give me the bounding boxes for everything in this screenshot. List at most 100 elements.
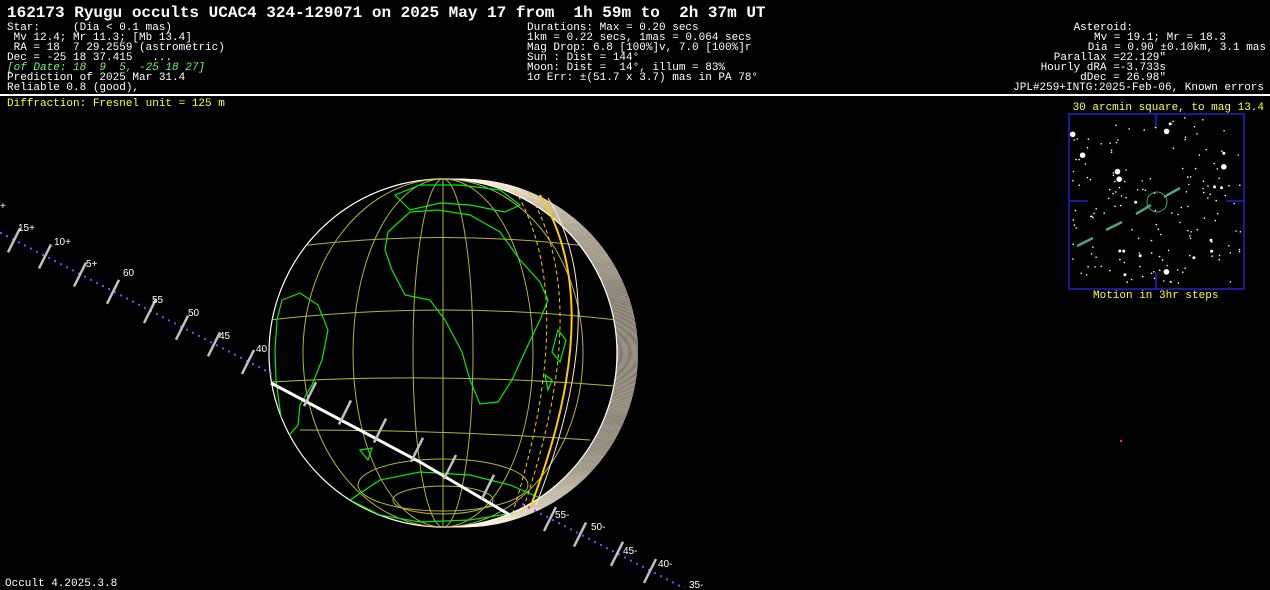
finder-star [1211,255,1213,257]
finder-star [1115,125,1117,127]
finder-star [1199,154,1201,156]
finder-star [1217,168,1219,170]
finder-star [1207,185,1209,187]
track-dot [516,500,518,502]
finder-star [1150,178,1152,180]
finder-star [1177,269,1179,271]
finder-star [1090,179,1092,181]
finder-star [1219,255,1221,257]
finder-star [1239,251,1241,253]
finder-star [1235,230,1237,232]
track-dot [570,528,572,530]
finder-star [1116,176,1122,182]
finder-star [1151,273,1153,275]
finder-star [1094,266,1096,268]
finder-star [1224,195,1226,197]
track-dot [582,535,584,537]
track-label: 40- [658,559,672,570]
finder-star [1142,189,1144,191]
finder-star [1113,175,1115,177]
finder-star [1078,159,1080,161]
track-dot [222,347,224,349]
track-dot [636,563,638,565]
track-dot [234,354,236,356]
finder-star [1122,250,1125,253]
finder-star [1087,266,1089,268]
finder-star [1085,163,1087,165]
track-dot [120,294,122,296]
tick-mark [611,542,623,566]
tick-mark [107,280,119,304]
track-dot [540,513,542,515]
track-dot [660,575,662,577]
finder-star [1119,259,1121,261]
track-label: + [0,201,6,212]
finder-star [1151,240,1153,242]
finder-star [1213,185,1216,188]
finder-star [1185,136,1187,138]
finder-star [1075,210,1077,212]
finder-star [1190,231,1192,233]
finder-star [1220,186,1223,189]
finder-star [1218,177,1220,179]
finder-star [1091,253,1093,255]
finder-star [1080,152,1086,158]
finder-star [1182,271,1184,273]
finder-star [1210,250,1213,253]
finder-star [1164,269,1170,275]
tick-mark [242,350,254,374]
track-dot [156,313,158,315]
finder-star [1192,256,1195,259]
track-dot [102,285,104,287]
finder-star [1230,252,1232,254]
track-dot [168,319,170,321]
track-dot [48,257,50,259]
finder-star [1139,266,1141,268]
track-dot [258,366,260,368]
finder-star [1072,258,1074,260]
finder-star [1109,270,1111,272]
finder-star [1169,122,1172,125]
finder-star [1170,281,1172,283]
track-label: 60 [123,268,135,279]
track-dot [600,544,602,546]
track-label: 50 [188,308,200,319]
track-dot [174,322,176,324]
finder-star [1240,231,1242,233]
track-dot [144,307,146,309]
track-dot [240,357,242,359]
track-dot [654,572,656,574]
track-dot [216,344,218,346]
finder-star [1139,254,1142,257]
track-dot [0,232,2,234]
track-dot [126,298,128,300]
track-dot [108,288,110,290]
finder-star [1190,176,1192,178]
track-dot [552,519,554,521]
finder-star [1120,205,1122,207]
track-dot [96,282,98,284]
track-dot [588,538,590,540]
finder-star [1072,244,1074,246]
finder-star [1125,169,1127,171]
finder-star [1233,203,1235,205]
track-label: 15+ [18,223,35,234]
finder-star [1155,127,1157,129]
finder-star [1117,139,1119,141]
finder-star [1237,154,1239,156]
finder-star [1072,180,1074,182]
finder-star [1164,129,1170,135]
finder-star [1151,252,1153,254]
finder-star [1154,278,1156,280]
finder-star [1207,197,1209,199]
tick-mark [176,316,188,340]
track-dot [30,248,32,250]
finder-star [1074,224,1076,226]
finder-star [1075,227,1077,229]
finder-star [1112,193,1114,195]
finder-star [1221,164,1227,170]
finder-star [1139,252,1141,254]
finder-star [1215,220,1217,222]
track-dot [18,241,20,243]
finder-star [1187,206,1189,208]
